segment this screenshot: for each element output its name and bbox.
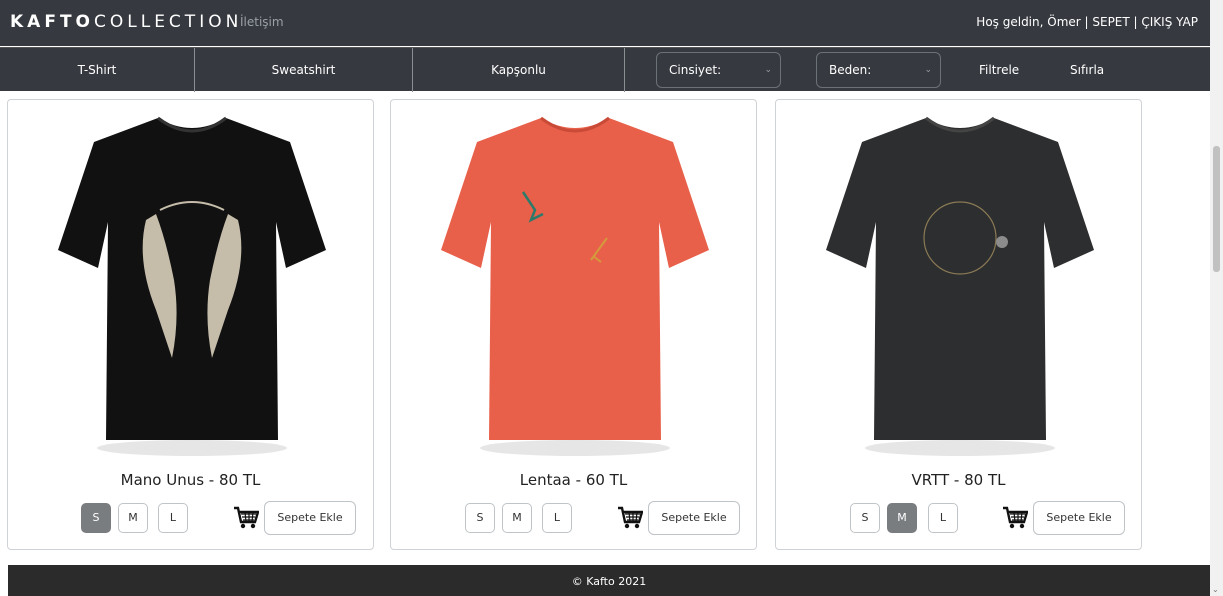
size-button-m[interactable]: M [118,503,148,533]
nav-sweatshirt[interactable]: Sweatshirt [195,48,413,92]
product-name: VRTT - 80 TL [911,471,1006,489]
gender-select-label: Cinsiyet: [669,63,722,77]
size-button-l[interactable]: L [158,503,188,533]
nav-tshirt[interactable]: T-Shirt [0,48,195,92]
cart-icon[interactable] [233,506,259,530]
top-header: KAFTOCOLLECTION İletişim Hoş geldin, Öme… [0,0,1210,46]
add-to-cart-button[interactable]: Sepete Ekle [264,501,356,535]
reset-button[interactable]: Sıfırla [1070,48,1104,92]
nav-kapsonlu[interactable]: Kapşonlu [413,48,625,92]
chevron-down-icon: ⌄ [924,65,932,75]
size-button-s[interactable]: S [465,503,495,533]
product-image [58,116,326,456]
size-button-s[interactable]: S [850,503,880,533]
user-links[interactable]: Hoş geldin, Ömer | SEPET | ÇIKIŞ YAP [976,15,1198,29]
add-to-cart-button[interactable]: Sepete Ekle [1033,501,1125,535]
scroll-down-icon[interactable]: ⌄ [1212,585,1219,594]
gender-select[interactable]: Cinsiyet: ⌄ [656,52,781,88]
contact-link[interactable]: İletişim [240,15,284,29]
size-button-s[interactable]: S [81,503,111,533]
product-name: Mano Unus - 80 TL [120,471,261,489]
size-select-label: Beden: [829,63,872,77]
add-to-cart-button[interactable]: Sepete Ekle [648,501,740,535]
product-image [826,116,1094,456]
footer-copyright: © Kafto 2021 [571,575,647,588]
scrollbar-thumb[interactable] [1213,146,1220,272]
size-button-l[interactable]: L [542,503,572,533]
category-nav: T-Shirt Sweatshirt Kapşonlu Cinsiyet: ⌄ … [0,47,1210,92]
brand-logo[interactable]: KAFTOCOLLECTION [10,12,242,32]
cart-icon[interactable] [1002,506,1028,530]
chevron-down-icon: ⌄ [764,65,772,75]
size-button-l[interactable]: L [928,503,958,533]
size-select[interactable]: Beden: ⌄ [816,52,941,88]
product-card: Mano Unus - 80 TL S M L Sepete Ekle [7,99,374,550]
page-scrollbar[interactable]: ⌄ [1210,0,1223,596]
product-card: Lentaa - 60 TL S M L Sepete Ekle [390,99,757,550]
filter-button[interactable]: Filtrele [979,48,1019,92]
product-image [441,116,709,456]
product-name: Lentaa - 60 TL [519,471,628,489]
footer: © Kafto 2021 [8,565,1210,596]
cart-icon[interactable] [617,506,643,530]
brand-bold: KAFTO [10,12,94,32]
brand-light: COLLECTION [94,12,243,32]
page: KAFTOCOLLECTION İletişim Hoş geldin, Öme… [0,0,1223,596]
size-button-m[interactable]: M [887,503,917,533]
size-button-m[interactable]: M [502,503,532,533]
product-card: VRTT - 80 TL S M L Sepete Ekle [775,99,1142,550]
